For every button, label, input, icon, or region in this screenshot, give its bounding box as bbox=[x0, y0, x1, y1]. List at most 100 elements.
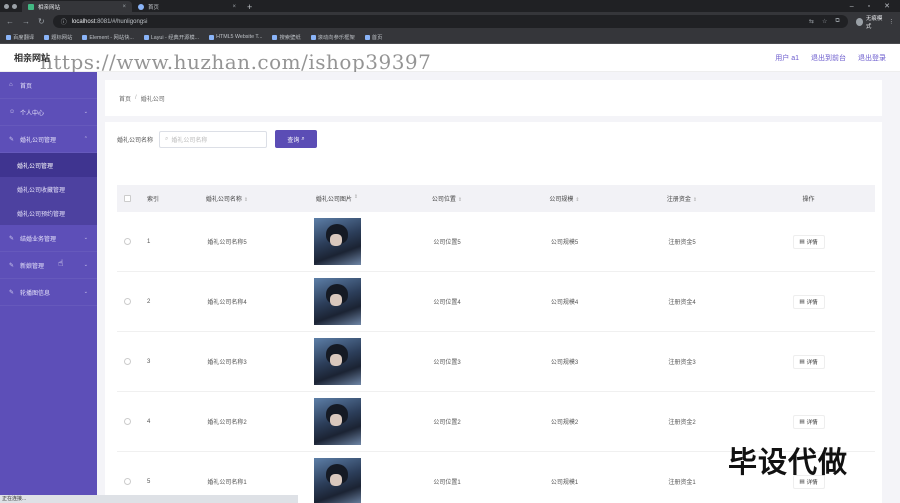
sort-icon[interactable]: ⇕ bbox=[458, 197, 462, 203]
row-checkbox[interactable] bbox=[123, 418, 131, 425]
menu-dots-icon[interactable]: ⋮ bbox=[889, 19, 895, 25]
sidebar-subitem-booking[interactable]: 婚礼公司预约管理 bbox=[0, 201, 97, 225]
close-window-icon[interactable]: ✕ bbox=[884, 2, 890, 10]
forward-icon[interactable]: → bbox=[22, 17, 30, 26]
table-row[interactable]: 2 婚礼公司名称4 公司位置4 公司规模4 注册资金4 ▤ 详情 bbox=[117, 272, 875, 332]
cell-index: 2 bbox=[147, 298, 151, 305]
search-icon: ⌕ bbox=[165, 135, 169, 142]
url-host: localhost bbox=[71, 18, 96, 25]
table-row[interactable]: 1 婚礼公司名称5 公司位置5 公司规模5 注册资金5 ▤ 详情 bbox=[117, 212, 875, 272]
bookmark[interactable]: Layui - 经典开源模... bbox=[143, 33, 199, 41]
sidebar: ⌂ 首页 ☺ 个人中心 ⌄ ✎ 婚礼公司管理 ⌃ 婚礼公司管理 婚礼公司收藏管理… bbox=[0, 72, 97, 503]
overlay-watermark: 毕设代做 bbox=[728, 445, 849, 479]
sidebar-subitem-favorites[interactable]: 婚礼公司收藏管理 bbox=[0, 177, 97, 201]
cell-scale: 公司规模5 bbox=[550, 240, 579, 246]
breadcrumb: 首页 / 婚礼公司 bbox=[105, 80, 882, 116]
breadcrumb-separator: / bbox=[135, 95, 137, 101]
col-capital[interactable]: 注册资金 ⇕ bbox=[622, 194, 742, 203]
table-row[interactable]: 3 婚礼公司名称3 公司位置3 公司规模3 注册资金3 ▤ 详情 bbox=[117, 332, 875, 392]
row-checkbox[interactable] bbox=[123, 238, 131, 245]
pen-icon: ✎ bbox=[9, 136, 15, 143]
bookmark-icon bbox=[209, 34, 215, 40]
globe-icon bbox=[138, 3, 144, 10]
new-tab-icon[interactable]: + bbox=[242, 2, 257, 12]
star-icon[interactable]: ☆ bbox=[822, 18, 827, 25]
cell-position: 公司位置3 bbox=[433, 360, 461, 366]
browser-tab-active[interactable]: 相亲网站 × bbox=[22, 1, 132, 12]
sort-icon[interactable]: ⇕ bbox=[354, 194, 358, 203]
close-icon[interactable]: × bbox=[232, 4, 236, 10]
bookmark[interactable]: HTML5 Website T... bbox=[209, 34, 262, 40]
maximize-icon[interactable]: ▫ bbox=[868, 3, 870, 10]
select-all-checkbox[interactable] bbox=[123, 195, 131, 202]
cell-scale: 公司规模4 bbox=[550, 300, 579, 306]
tab-title: 相亲网站 bbox=[38, 4, 61, 11]
cell-name: 婚礼公司名称3 bbox=[207, 360, 247, 366]
cell-name: 婚礼公司名称4 bbox=[207, 300, 247, 306]
profile-button[interactable]: 无痕模式 ⋮ bbox=[855, 14, 895, 30]
cell-position: 公司位置2 bbox=[433, 420, 461, 426]
cell-index: 5 bbox=[147, 478, 151, 485]
sidebar-subitem-company[interactable]: 婚礼公司管理 bbox=[0, 153, 97, 177]
row-checkbox[interactable] bbox=[123, 298, 131, 305]
detail-button[interactable]: ▤ 详情 bbox=[792, 294, 825, 309]
bookmark[interactable]: 滚动向参乐框架 bbox=[310, 33, 355, 41]
sidebar-item-wedding-company[interactable]: ✎ 婚礼公司管理 ⌃ bbox=[0, 126, 97, 153]
bookmark-icon bbox=[364, 34, 370, 40]
bookmark[interactable]: 首页 bbox=[364, 33, 382, 41]
minimize-icon[interactable]: – bbox=[850, 3, 854, 10]
row-checkbox[interactable] bbox=[123, 478, 131, 485]
search-input[interactable]: ⌕ 婚礼公司名称 bbox=[159, 130, 268, 148]
user-label[interactable]: 用户 a1 bbox=[775, 53, 799, 63]
detail-button[interactable]: ▤ 详情 bbox=[792, 414, 825, 429]
url-bar[interactable]: ⓘ localhost:8081/#/hunligongsi ⇆ ☆ ⧉ bbox=[52, 15, 848, 28]
detail-button[interactable]: ▤ 详情 bbox=[792, 354, 825, 369]
profile-label: 无痕模式 bbox=[865, 15, 883, 30]
cell-position: 公司位置4 bbox=[433, 300, 461, 306]
sidebar-item-home[interactable]: ⌂ 首页 bbox=[0, 72, 97, 99]
extension-icon[interactable]: ⧉ bbox=[835, 18, 839, 25]
info-icon: ⓘ bbox=[60, 20, 67, 26]
breadcrumb-home[interactable]: 首页 bbox=[119, 94, 131, 103]
col-name[interactable]: 婚礼公司名称 ⇕ bbox=[167, 194, 287, 203]
watermark-text: https://www.huzhan.com/ishop39397 bbox=[40, 50, 432, 74]
back-to-front-link[interactable]: 退出到前台 bbox=[811, 53, 846, 63]
cell-capital: 注册资金3 bbox=[668, 360, 696, 366]
sort-icon[interactable]: ⇕ bbox=[244, 197, 248, 203]
close-icon[interactable]: × bbox=[122, 4, 126, 10]
bookmark[interactable]: 百度翻译 bbox=[6, 33, 34, 41]
col-image[interactable]: 婚礼公司图片 ⇕ bbox=[287, 194, 387, 203]
bookmark[interactable]: 题标网站 bbox=[44, 33, 72, 41]
site-logo: 相亲网站 bbox=[14, 53, 51, 63]
col-scale[interactable]: 公司规模 ⇕ bbox=[507, 194, 622, 203]
logout-link[interactable]: 退出登录 bbox=[858, 53, 886, 63]
search-icon: ⌕ bbox=[301, 135, 305, 142]
browser-tab[interactable]: 首页 × bbox=[132, 1, 242, 12]
reload-icon[interactable]: ↻ bbox=[38, 17, 45, 26]
chevron-up-icon: ⌃ bbox=[83, 136, 88, 142]
bookmark[interactable]: Element - 网站快... bbox=[82, 33, 134, 41]
company-image bbox=[313, 458, 361, 503]
sidebar-item-personal[interactable]: ☺ 个人中心 ⌄ bbox=[0, 99, 97, 126]
company-image bbox=[313, 218, 361, 265]
detail-button[interactable]: ▤ 详情 bbox=[792, 234, 825, 249]
sidebar-item-marriage[interactable]: ✎ 结婚业务管理 ⌄ bbox=[0, 225, 97, 252]
sidebar-item-bride[interactable]: ✎ 新娘管理 ⌄ bbox=[0, 252, 97, 279]
browser-tab-bar: 相亲网站 × 首页 × + – ▫ ✕ bbox=[0, 0, 900, 12]
browser-status-bar: 正在连接... bbox=[0, 495, 298, 503]
row-checkbox[interactable] bbox=[123, 358, 131, 365]
address-bar-row: ← → ↻ ⓘ localhost:8081/#/hunligongsi ⇆ ☆… bbox=[0, 12, 900, 31]
translate-icon[interactable]: ⇆ bbox=[809, 18, 814, 25]
cell-name: 婚礼公司名称5 bbox=[207, 240, 247, 246]
sort-icon[interactable]: ⇕ bbox=[575, 197, 579, 203]
chevron-down-icon: ⌄ bbox=[83, 235, 88, 241]
sidebar-item-carousel[interactable]: ✎ 轮播图信息 ⌄ bbox=[0, 279, 97, 306]
back-icon[interactable]: ← bbox=[6, 17, 14, 26]
sort-icon[interactable]: ⇕ bbox=[693, 197, 697, 203]
cell-index: 3 bbox=[147, 358, 151, 365]
bookmark[interactable]: 搜索壁纸 bbox=[272, 33, 301, 41]
col-position[interactable]: 公司位置 ⇕ bbox=[387, 194, 507, 203]
cell-index: 1 bbox=[147, 238, 151, 245]
search-button[interactable]: 查询 ⌕ bbox=[275, 130, 318, 148]
app-header: 相亲网站 https://www.huzhan.com/ishop39397 用… bbox=[0, 44, 900, 74]
